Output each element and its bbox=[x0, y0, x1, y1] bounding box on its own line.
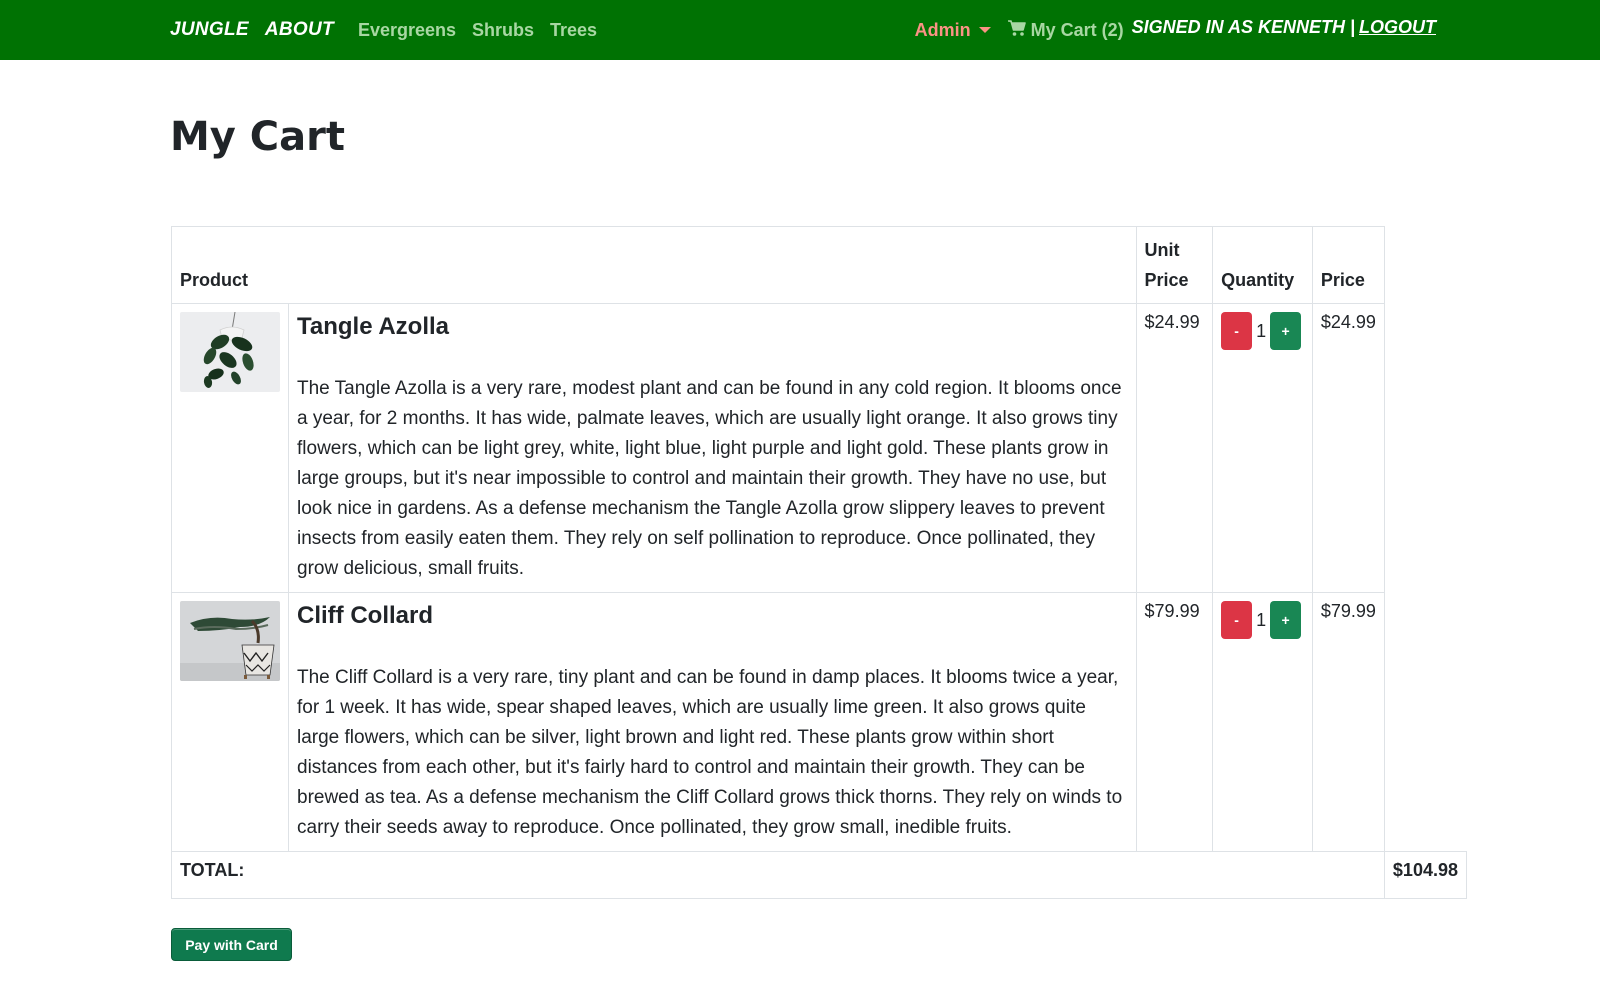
header-unit-price-line2: Price bbox=[1144, 270, 1189, 290]
header-unit-price: Unit Price bbox=[1135, 226, 1214, 304]
admin-dropdown[interactable]: Admin bbox=[915, 20, 991, 41]
chevron-down-icon bbox=[978, 27, 991, 33]
price-cell: $24.99 bbox=[1311, 303, 1385, 593]
quantity-stepper: - 1 + bbox=[1221, 312, 1304, 350]
header-product: Product bbox=[171, 226, 1137, 304]
product-description-cell: Tangle Azolla The Tangle Azolla is a ver… bbox=[288, 303, 1137, 593]
unit-price-cell: $79.99 bbox=[1135, 592, 1214, 852]
product-name: Tangle Azolla bbox=[297, 313, 450, 340]
header-unit-price-line1: Unit bbox=[1144, 240, 1180, 260]
table-row: Cliff Collard The Cliff Collard is a ver… bbox=[171, 592, 1467, 852]
nav-link-trees[interactable]: Trees bbox=[550, 20, 597, 41]
total-value: $104.98 bbox=[1383, 851, 1468, 899]
top-navbar: JUNGLE ABOUT Evergreens Shrubs Trees Adm… bbox=[0, 0, 1600, 60]
increase-quantity-button[interactable]: + bbox=[1270, 312, 1302, 350]
product-description: The Tangle Azolla is a very rare, modest… bbox=[297, 378, 1122, 579]
product-description: The Cliff Collard is a very rare, tiny p… bbox=[297, 667, 1123, 838]
about-link[interactable]: ABOUT bbox=[265, 19, 334, 41]
table-header-row: Product Unit Price Quantity Price bbox=[171, 226, 1467, 304]
nav-link-evergreens[interactable]: Evergreens bbox=[358, 20, 456, 41]
decrease-quantity-button[interactable]: - bbox=[1221, 601, 1253, 639]
signed-in-text: SIGNED IN AS KENNETH | bbox=[1131, 17, 1355, 37]
table-row: Tangle Azolla The Tangle Azolla is a ver… bbox=[171, 303, 1467, 593]
total-label: TOTAL: bbox=[171, 851, 1385, 899]
product-image-cell bbox=[171, 303, 289, 593]
header-price: Price bbox=[1311, 226, 1385, 304]
admin-label: Admin bbox=[914, 19, 971, 40]
total-row: TOTAL: $104.98 bbox=[171, 851, 1468, 899]
quantity-value: 1 bbox=[1256, 609, 1267, 630]
decrease-quantity-button[interactable]: - bbox=[1221, 312, 1253, 350]
cart-table: Product Unit Price Quantity Price Tangle… bbox=[171, 226, 1468, 899]
pay-with-card-button[interactable]: Pay with Card bbox=[171, 928, 292, 961]
hanging-plant-image bbox=[180, 312, 280, 392]
header-quantity: Quantity bbox=[1212, 226, 1313, 304]
quantity-value: 1 bbox=[1256, 320, 1267, 341]
quantity-stepper: - 1 + bbox=[1221, 601, 1304, 639]
price-cell: $79.99 bbox=[1311, 592, 1385, 852]
bonsai-plant-image bbox=[180, 601, 280, 681]
product-name: Cliff Collard bbox=[297, 602, 433, 629]
product-description-cell: Cliff Collard The Cliff Collard is a ver… bbox=[288, 592, 1137, 852]
unit-price-cell: $24.99 bbox=[1135, 303, 1214, 593]
shopping-cart-icon bbox=[1007, 19, 1027, 42]
quantity-cell: - 1 + bbox=[1212, 592, 1313, 852]
quantity-cell: - 1 + bbox=[1212, 303, 1313, 593]
navbar-inner: JUNGLE ABOUT Evergreens Shrubs Trees Adm… bbox=[170, 0, 1436, 60]
my-cart-label: My Cart (2) bbox=[1030, 19, 1124, 40]
my-cart-link[interactable]: My Cart (2) bbox=[1007, 19, 1124, 42]
product-image-cell bbox=[171, 592, 289, 852]
increase-quantity-button[interactable]: + bbox=[1270, 601, 1302, 639]
navbar-right: Admin My Cart (2) SIGNED IN AS KENNETH |… bbox=[915, 17, 1436, 42]
nav-link-shrubs[interactable]: Shrubs bbox=[472, 20, 534, 41]
page-title: My Cart bbox=[170, 114, 345, 160]
brand-jungle-link[interactable]: JUNGLE bbox=[170, 19, 249, 41]
logout-link[interactable]: LOGOUT bbox=[1359, 17, 1436, 38]
